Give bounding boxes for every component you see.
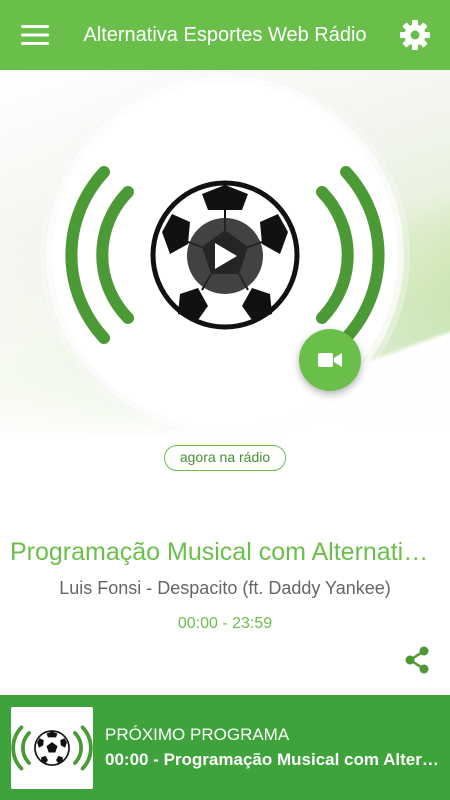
menu-button[interactable] [0,0,70,70]
play-button[interactable] [187,218,263,294]
video-button[interactable] [299,329,361,391]
now-on-air-badge: agora na rádio [164,445,286,471]
play-icon [215,243,237,269]
soccer-ball-radio-icon [11,725,93,771]
current-song: Luis Fonsi - Despacito (ft. Daddy Yankee… [59,578,391,598]
settings-button[interactable] [380,0,450,70]
video-camera-icon [318,353,342,367]
next-program-thumbnail [11,707,93,789]
gear-icon [400,20,430,50]
next-program-label: PRÓXIMO PROGRAMA [105,725,290,744]
program-time: 00:00 - 23:59 [177,615,273,632]
hamburger-menu-icon [21,25,49,45]
next-program-title: 00:00 - Programação Musical com Alternat… [105,750,445,769]
next-program-bar[interactable]: PRÓXIMO PROGRAMA 00:00 - Programação Mus… [0,695,450,800]
share-button[interactable] [402,645,432,675]
app-toolbar: Alternativa Esportes Web Rádio [0,0,450,70]
share-icon [405,646,429,674]
current-program-title: Programação Musical com Alternativa Espo… [10,538,440,566]
app-title: Alternativa Esportes Web Rádio [83,23,367,46]
